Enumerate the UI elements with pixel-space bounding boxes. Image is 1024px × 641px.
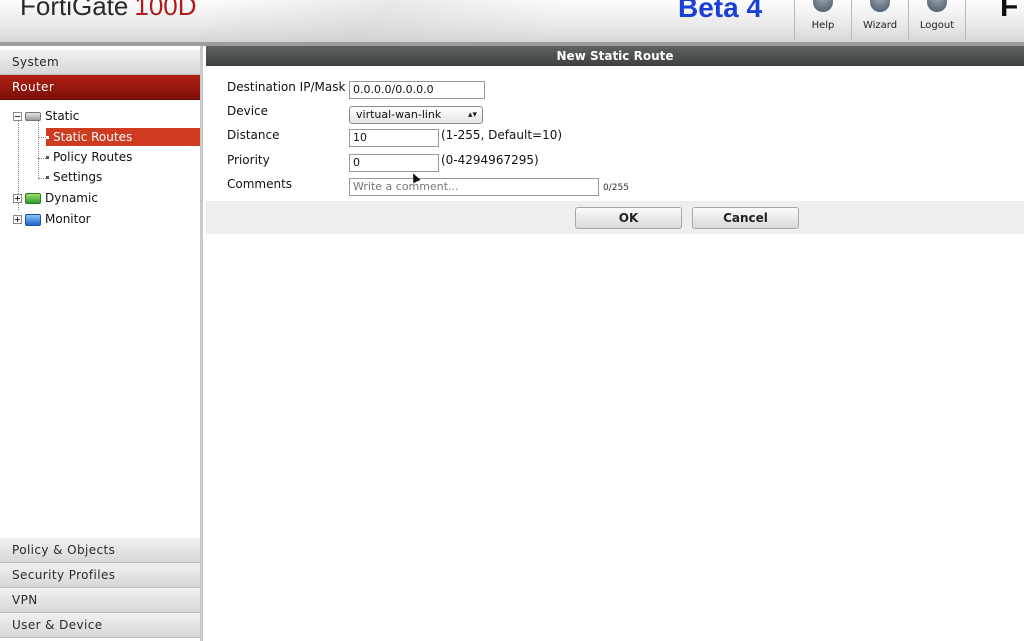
form-button-bar: OK Cancel [206,201,1024,234]
help-icon [813,0,833,12]
distance-label: Distance [227,128,280,142]
device-label: Device [227,104,269,118]
product-name: FortiGate [20,0,129,21]
wizard-label: Wizard [862,20,898,31]
sidebar-section-security-profiles[interactable]: Security Profiles [0,563,200,588]
bullet-icon [46,176,49,179]
brand-mark: F [1000,0,1019,23]
tree-node-dynamic[interactable]: Dynamic [13,189,98,207]
product-model: 100D [134,0,197,21]
ok-button[interactable]: OK [575,207,682,229]
wizard-button[interactable]: Wizard [851,0,908,40]
wizard-icon [870,0,890,12]
priority-label: Priority [227,153,270,167]
tree-line [38,137,46,138]
tree-item-policy-routes[interactable]: Policy Routes [46,148,132,166]
tree-label-monitor: Monitor [45,212,91,226]
priority-hint: (0-4294967295) [441,153,539,167]
tree-node-monitor[interactable]: Monitor [13,210,91,228]
expand-icon[interactable] [13,215,22,224]
cancel-button[interactable]: Cancel [692,207,799,229]
tree-label-policy-routes: Policy Routes [53,150,133,164]
destination-label: Destination IP/Mask [227,80,346,94]
sidebar-section-user-device[interactable]: User & Device [0,613,200,638]
dynamic-route-icon [25,193,41,204]
bullet-icon [46,136,49,139]
static-route-icon [25,112,41,121]
help-button[interactable]: Help [794,0,851,40]
sidebar-section-system[interactable]: System [0,50,200,75]
help-label: Help [811,20,835,31]
bullet-icon [46,156,49,159]
device-select-value: virtual-wan-link [356,108,442,121]
logout-button[interactable]: Logout [908,0,966,40]
product-logo: FortiGate 100D [20,0,197,22]
main-panel: New Static Route Destination IP/Mask Dev… [206,46,1024,641]
sidebar-section-router[interactable]: Router [0,75,200,100]
monitor-icon [25,213,41,226]
tree-item-settings[interactable]: Settings [46,168,102,186]
release-tag: Beta 4 [678,0,763,23]
tree-label-static: Static [45,109,80,123]
device-select[interactable]: virtual-wan-link ▴▾ [349,106,483,124]
priority-input[interactable] [349,154,439,172]
select-arrows-icon: ▴▾ [467,110,477,120]
comments-counter: 0/255 [603,183,629,193]
sidebar: System Router Static Static Routes Polic… [0,46,203,641]
tree-line [38,116,39,178]
top-banner: FortiGate 100D Beta 4 Help Wizard Logout … [0,0,1024,42]
comments-label: Comments [227,177,293,191]
collapse-icon[interactable] [13,112,22,121]
tree-label-static-routes: Static Routes [53,130,133,144]
logout-icon [927,0,947,12]
distance-hint: (1-255, Default=10) [441,128,563,142]
panel-title: New Static Route [206,46,1024,66]
banner-gloss [191,0,649,42]
sidebar-section-vpn[interactable]: VPN [0,588,200,613]
static-route-form: Destination IP/Mask Device virtual-wan-l… [206,66,1024,201]
tree-label-settings: Settings [53,170,103,184]
distance-input[interactable] [349,129,439,147]
destination-ip-mask-input[interactable] [349,81,485,99]
tree-node-static[interactable]: Static [13,107,79,125]
tree-line [38,158,46,159]
comments-input[interactable] [349,178,599,196]
tree-line [38,178,46,179]
tree-label-dynamic: Dynamic [45,191,98,205]
sidebar-section-policy-objects[interactable]: Policy & Objects [0,538,200,563]
tree-item-static-routes[interactable]: Static Routes [46,128,200,146]
logout-label: Logout [919,20,955,31]
expand-icon[interactable] [13,194,22,203]
